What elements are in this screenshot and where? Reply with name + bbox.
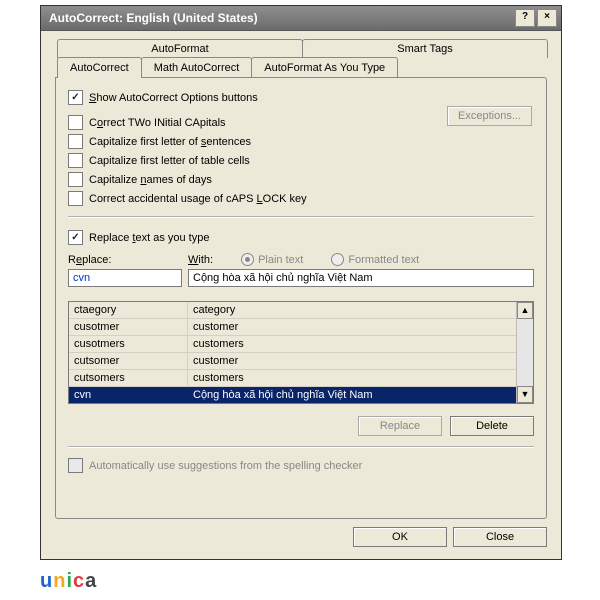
window-title: AutoCorrect: English (United States) bbox=[49, 11, 258, 25]
label-caps-lock: Correct accidental usage of cAPS LOCK ke… bbox=[89, 193, 307, 205]
with-cell: Cộng hòa xã hội chủ nghĩa Việt Nam bbox=[188, 387, 516, 403]
with-cell: customer bbox=[188, 319, 516, 335]
titlebar-buttons: ? × bbox=[515, 9, 557, 27]
label-with: With: bbox=[188, 254, 213, 266]
tab-row-front: AutoCorrect Math AutoCorrect AutoFormat … bbox=[57, 57, 547, 78]
scrollbar[interactable]: ▲ ▼ bbox=[516, 302, 533, 403]
replace-cell: ctaegory bbox=[69, 302, 188, 318]
tab-content: SShow AutoCorrect Options buttonshow Aut… bbox=[55, 77, 547, 519]
tab-autocorrect[interactable]: AutoCorrect bbox=[57, 57, 142, 78]
label-names-days: Capitalize names of days bbox=[89, 174, 212, 186]
table-row[interactable]: cutsomercustomer bbox=[69, 352, 516, 369]
checkbox-replace-as-type[interactable] bbox=[68, 230, 83, 245]
with-cell: customers bbox=[188, 370, 516, 386]
checkbox-show-options[interactable] bbox=[68, 90, 83, 105]
label-replace-as-type: Replace text as you type bbox=[89, 232, 209, 244]
label-replace: Replace: bbox=[68, 254, 178, 266]
replace-cell: cvn bbox=[69, 387, 188, 403]
replacement-list[interactable]: ctaegorycategorycusotmercustomercusotmer… bbox=[68, 301, 534, 404]
autocorrect-dialog: AutoCorrect: English (United States) ? ×… bbox=[40, 5, 562, 560]
label-auto-suggest: Automatically use suggestions from the s… bbox=[89, 460, 362, 472]
delete-button[interactable]: Delete bbox=[450, 416, 534, 436]
replace-input[interactable] bbox=[68, 269, 182, 287]
exceptions-button[interactable]: Exceptions... bbox=[447, 106, 532, 126]
table-row[interactable]: ctaegorycategory bbox=[69, 302, 516, 318]
table-row[interactable]: cusotmercustomer bbox=[69, 318, 516, 335]
replace-cell: cusotmer bbox=[69, 319, 188, 335]
with-input[interactable] bbox=[188, 269, 534, 287]
close-button[interactable]: Close bbox=[453, 527, 547, 547]
replace-cell: cutsomer bbox=[69, 353, 188, 369]
replace-button[interactable]: Replace bbox=[358, 416, 442, 436]
close-icon[interactable]: × bbox=[537, 9, 557, 27]
replace-cell: cutsomers bbox=[69, 370, 188, 386]
label-show-options: SShow AutoCorrect Options buttonshow Aut… bbox=[89, 92, 258, 104]
table-row[interactable]: cusotmerscustomers bbox=[69, 335, 516, 352]
radio-formatted-text: Formatted text bbox=[331, 253, 419, 266]
titlebar: AutoCorrect: English (United States) ? × bbox=[41, 6, 561, 31]
radio-plain-text: Plain text bbox=[241, 253, 303, 266]
tab-math-autocorrect[interactable]: Math AutoCorrect bbox=[141, 57, 253, 78]
help-button[interactable]: ? bbox=[515, 9, 535, 27]
checkbox-first-sentence[interactable] bbox=[68, 134, 83, 149]
label-first-table: Capitalize first letter of table cells bbox=[89, 155, 250, 167]
tab-row-back: AutoFormat Smart Tags bbox=[57, 39, 547, 57]
with-cell: customer bbox=[188, 353, 516, 369]
checkbox-names-days[interactable] bbox=[68, 172, 83, 187]
with-cell: category bbox=[188, 302, 516, 318]
checkbox-caps-lock[interactable] bbox=[68, 191, 83, 206]
label-two-caps: Correct TWo INitial CApitals bbox=[89, 117, 226, 129]
tab-autoformat-type[interactable]: AutoFormat As You Type bbox=[251, 57, 398, 78]
table-row[interactable]: cvnCộng hòa xã hội chủ nghĩa Việt Nam bbox=[69, 386, 516, 403]
table-row[interactable]: cutsomerscustomers bbox=[69, 369, 516, 386]
scroll-down-icon[interactable]: ▼ bbox=[517, 386, 533, 403]
tab-smart-tags[interactable]: Smart Tags bbox=[302, 39, 548, 58]
ok-button[interactable]: OK bbox=[353, 527, 447, 547]
scroll-up-icon[interactable]: ▲ bbox=[517, 302, 533, 319]
checkbox-auto-suggest bbox=[68, 458, 83, 473]
checkbox-first-table[interactable] bbox=[68, 153, 83, 168]
checkbox-two-caps[interactable] bbox=[68, 115, 83, 130]
unica-logo: unica bbox=[40, 570, 97, 593]
with-cell: customers bbox=[188, 336, 516, 352]
tab-autoformat[interactable]: AutoFormat bbox=[57, 39, 303, 58]
label-first-sentence: Capitalize first letter of sentences bbox=[89, 136, 251, 148]
replace-cell: cusotmers bbox=[69, 336, 188, 352]
